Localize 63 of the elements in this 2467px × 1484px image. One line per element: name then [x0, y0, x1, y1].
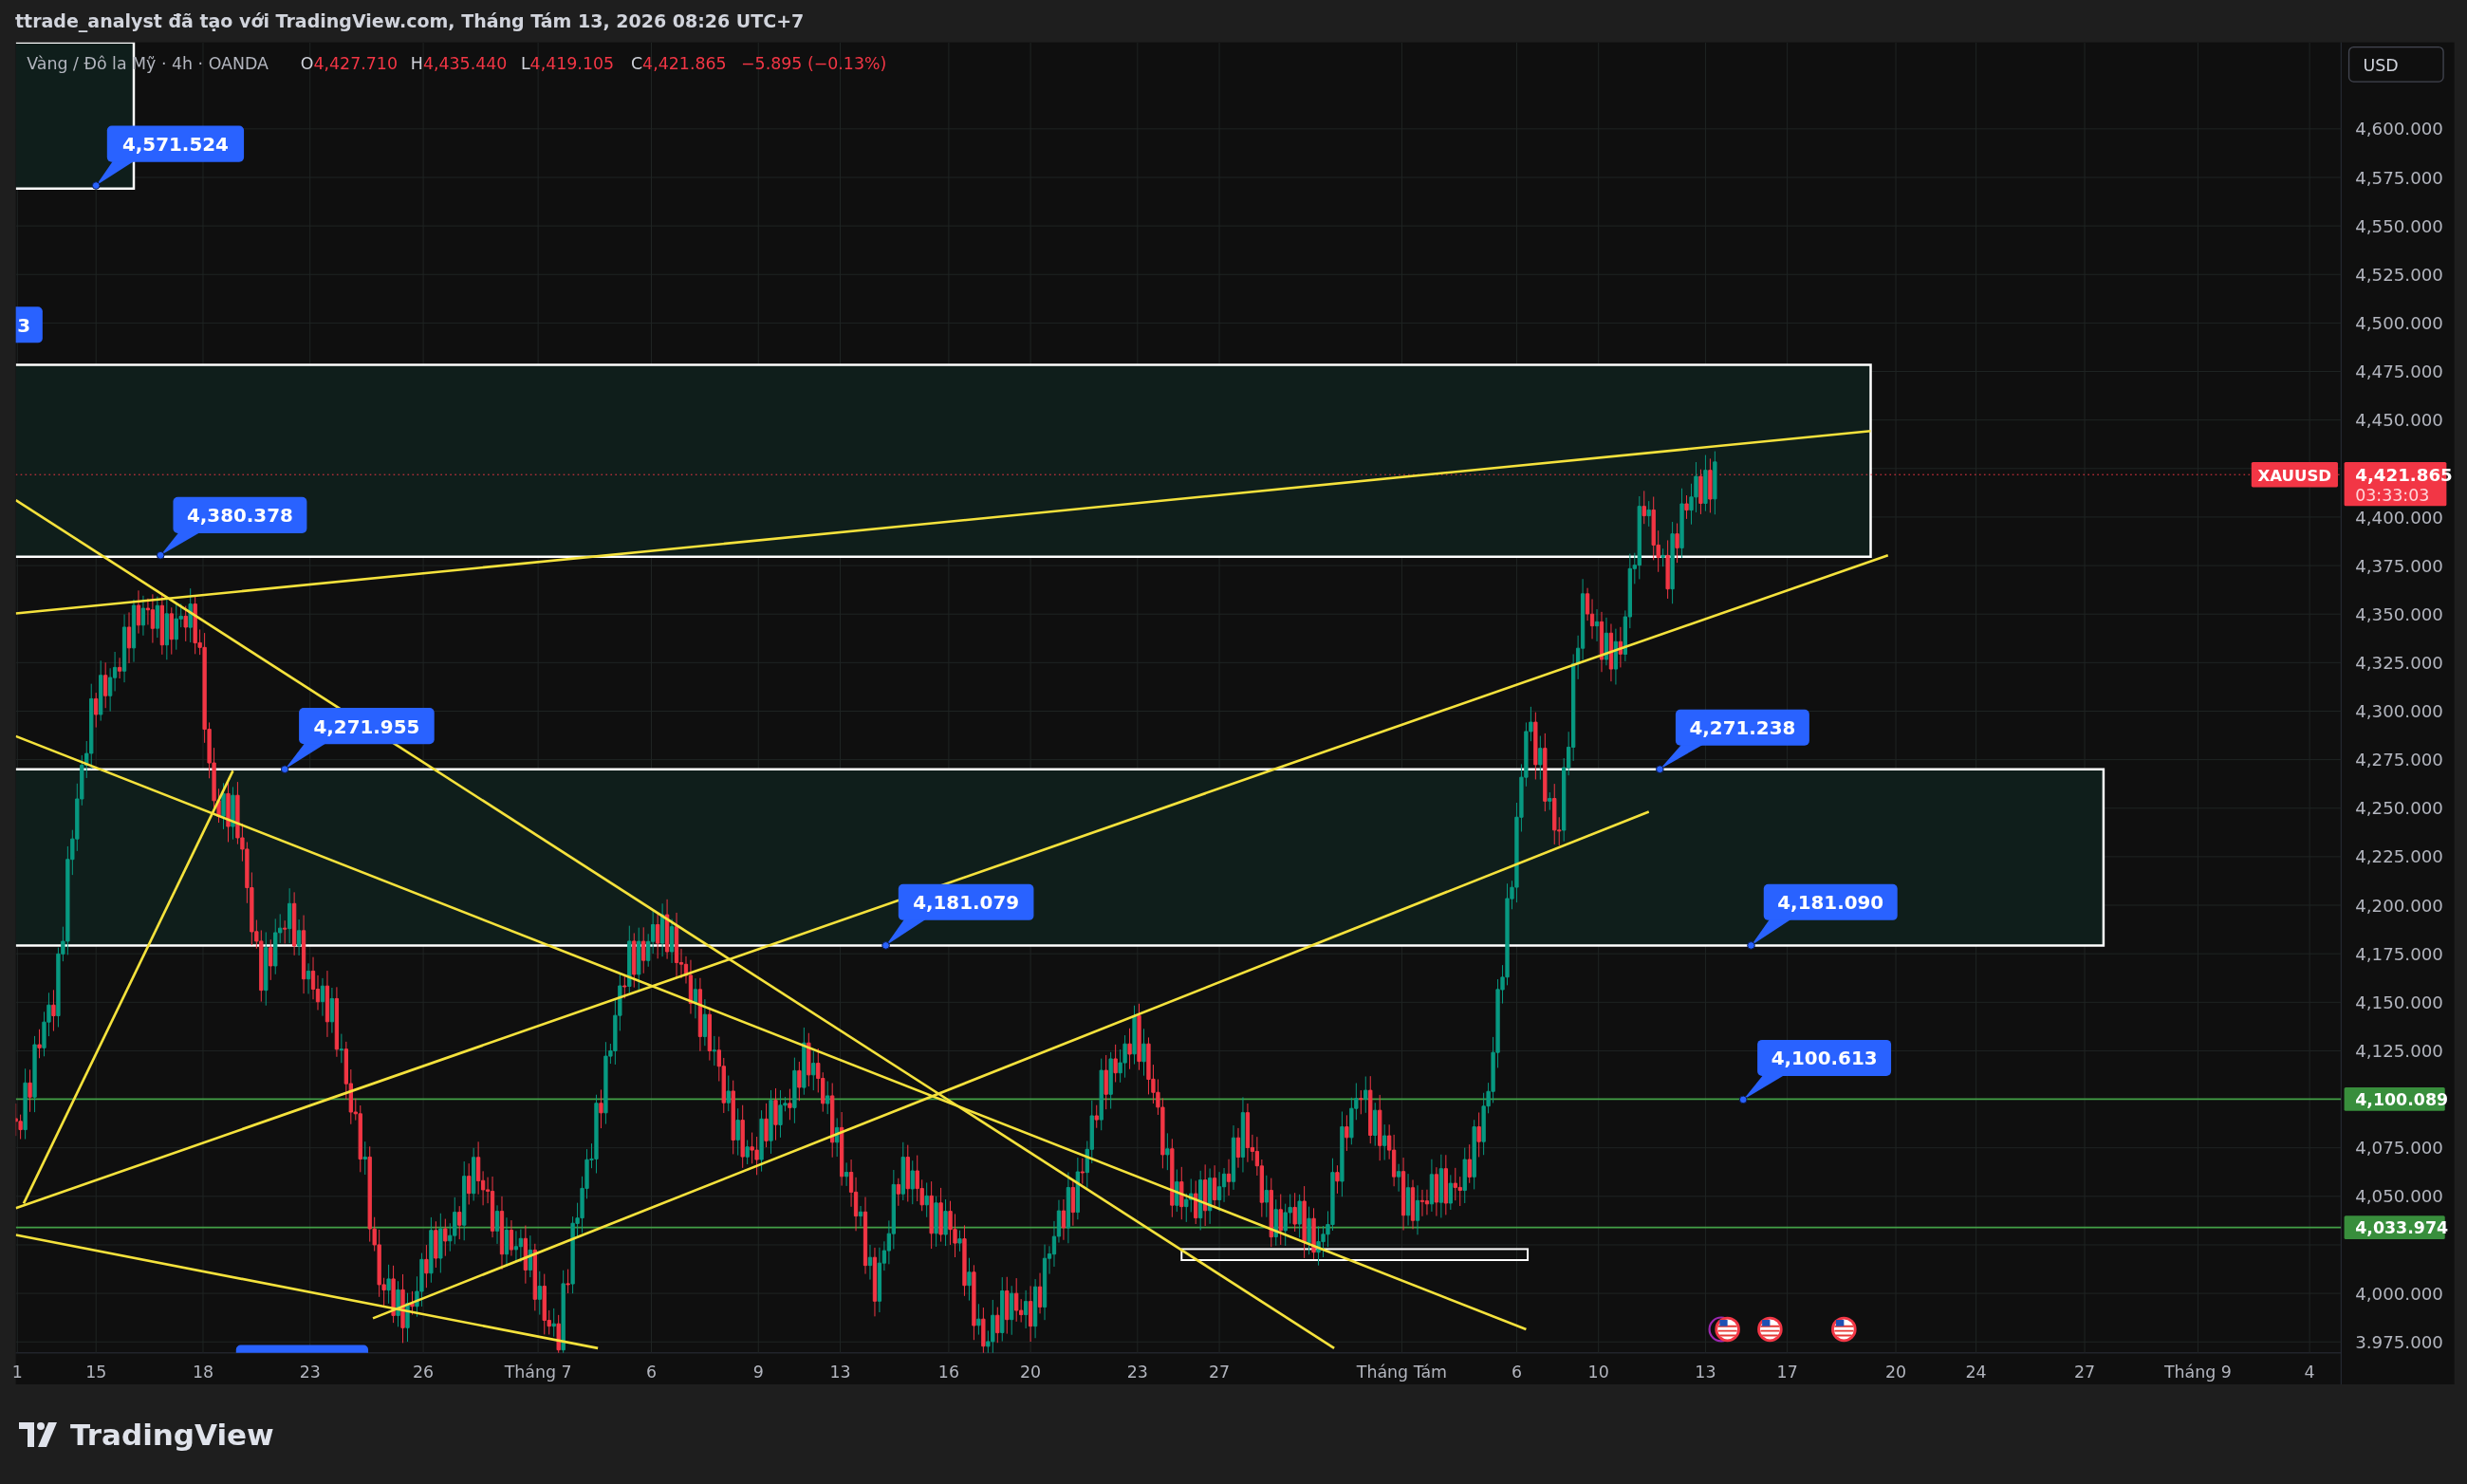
chart-title: ttrade_analyst đã tạo với TradingView.com, Tháng Tám 13, 2026 08:26 UTC+7: [15, 9, 805, 31]
price-tick-label: 4,325.000: [2355, 652, 2443, 673]
price-tick-label: 4,575.000: [2355, 167, 2443, 188]
time-axis-label: 15: [85, 1363, 107, 1382]
time-axis-label: Tháng Tám: [1356, 1363, 1448, 1382]
price-callout: 4,271.955: [280, 708, 435, 773]
time-axis-label: Tháng 7: [504, 1363, 572, 1382]
price-tick-label: 4,150.000: [2355, 992, 2443, 1012]
price-tick-label: 4,175.000: [2355, 943, 2443, 964]
time-axis-label: 26: [413, 1363, 435, 1382]
time-axis-label: 20: [1885, 1363, 1907, 1382]
brand-name: TradingView: [70, 1417, 274, 1452]
time-axis-label: 6: [1511, 1363, 1522, 1382]
price-callout: 4,100.613: [1738, 1039, 1892, 1104]
time-axis-label: 18: [192, 1363, 214, 1382]
price-tick-label: 4,050.000: [2355, 1186, 2443, 1207]
price-tick-label: 4,250.000: [2355, 798, 2443, 819]
price-callout: 3: [15, 306, 43, 343]
time-axis-label: Tháng 9: [2163, 1363, 2232, 1382]
symbol-tag: XAUUSD: [2251, 461, 2338, 488]
price-tick-label: 4,525.000: [2355, 264, 2443, 285]
price-tick-label: 4,400.000: [2355, 507, 2443, 528]
price-callout: 4,380.378: [156, 496, 307, 560]
price-change: −5.895 (−0.13%): [741, 53, 887, 73]
price-tick-label: 4,450.000: [2355, 410, 2443, 431]
price-tick-label: 4,375.000: [2355, 555, 2443, 576]
price-callout: 4,181.079: [881, 883, 1034, 950]
time-axis-label: 10: [1587, 1363, 1609, 1382]
ohlc-value: H4,435.440: [410, 53, 508, 73]
price-tick-label: 4,275.000: [2355, 750, 2443, 770]
ohlc-value: L4,419.105: [520, 53, 615, 73]
price-tick-label: 4,475.000: [2355, 362, 2443, 382]
price-tick-label: 4,075.000: [2355, 1138, 2443, 1159]
time-axis-label: 13: [829, 1363, 851, 1382]
currency-button[interactable]: USD: [2347, 46, 2444, 83]
time-axis-label: 9: [752, 1363, 764, 1382]
time-axis-label: 23: [299, 1363, 321, 1382]
price-tick-label: 4,125.000: [2355, 1041, 2443, 1062]
time-axis-label: 1: [11, 1363, 23, 1382]
price-tick-label: 3.975.000: [2355, 1331, 2443, 1352]
price-callout: 4,181.090: [1747, 883, 1898, 950]
time-axis-label: 20: [1020, 1363, 1042, 1382]
price-tick-label: 4,600.000: [2355, 119, 2443, 139]
price-callout: 4,271.238: [1656, 709, 1809, 773]
price-tick-label: 4,550.000: [2355, 215, 2443, 236]
time-axis-label: 4: [2304, 1363, 2315, 1382]
time-axis-label: 16: [937, 1363, 959, 1382]
price-tick-label: 4,500.000: [2355, 313, 2443, 334]
price-tick-label: 4,000.000: [2355, 1283, 2443, 1304]
time-axis-label: 27: [2073, 1363, 2096, 1382]
time-axis-label: 13: [1695, 1363, 1716, 1382]
time-axis-label: 23: [1126, 1363, 1148, 1382]
price-tick-label: 4,200.000: [2355, 895, 2443, 916]
price-callout: 4,571.524: [91, 125, 245, 190]
time-axis-label: 17: [1776, 1363, 1798, 1382]
time-axis-label: 6: [645, 1363, 658, 1382]
price-tick-label: 4,350.000: [2355, 603, 2443, 624]
price-tick-label: 4,300.000: [2355, 701, 2443, 722]
ohlc-value: C4,421.865: [630, 53, 727, 73]
time-axis-label: 24: [1965, 1363, 1987, 1382]
time-axis-label: 27: [1209, 1363, 1231, 1382]
ohlc-value: O4,427.710: [300, 53, 398, 73]
price-tick-label: 4,225.000: [2355, 846, 2443, 867]
